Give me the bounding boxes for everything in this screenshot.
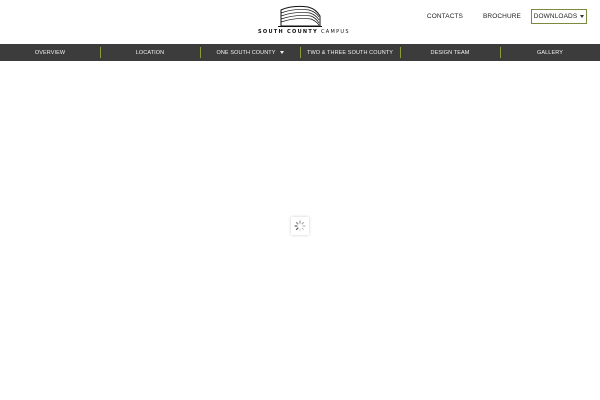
main-nav: OVERVIEW LOCATION ONE SOUTH COUNTY TWO &… xyxy=(0,44,600,61)
top-links: CONTACTS BROCHURE DOWNLOADS xyxy=(427,9,587,24)
site-logo[interactable]: SOUTH COUNTY CAMPUS xyxy=(258,4,349,40)
nav-item-design-team[interactable]: DESIGN TEAM xyxy=(400,44,500,61)
nav-item-two-three-south-county[interactable]: TWO & THREE SOUTH COUNTY xyxy=(300,44,400,61)
logo-wordmark: SOUTH COUNTY CAMPUS xyxy=(258,29,349,35)
caret-down-icon xyxy=(580,15,585,18)
contacts-link[interactable]: CONTACTS xyxy=(427,13,463,20)
nav-item-one-south-county[interactable]: ONE SOUTH COUNTY xyxy=(200,44,300,61)
caret-down-icon xyxy=(279,51,284,54)
loading-indicator xyxy=(291,217,309,235)
nav-item-label: DESIGN TEAM xyxy=(430,49,470,56)
spinner-icon xyxy=(294,220,306,232)
nav-item-label: OVERVIEW xyxy=(34,49,66,56)
nav-item-location[interactable]: LOCATION xyxy=(100,44,200,61)
nav-item-overview[interactable]: OVERVIEW xyxy=(0,44,100,61)
nav-item-label: ONE SOUTH COUNTY xyxy=(216,49,276,56)
downloads-label: DOWNLOADS xyxy=(533,13,578,20)
nav-item-label: GALLERY xyxy=(537,49,563,56)
nav-item-gallery[interactable]: GALLERY xyxy=(500,44,600,61)
logo-text-bold: SOUTH COUNTY xyxy=(258,29,319,35)
brochure-link[interactable]: BROCHURE xyxy=(483,13,521,20)
building-logo-icon xyxy=(278,5,322,27)
site-header: SOUTH COUNTY CAMPUS CONTACTS BROCHURE DO… xyxy=(0,0,600,44)
logo-text-light: CAMPUS xyxy=(320,29,350,35)
nav-item-label: TWO & THREE SOUTH COUNTY xyxy=(306,49,394,56)
downloads-dropdown-button[interactable]: DOWNLOADS xyxy=(531,9,587,24)
nav-item-label: LOCATION xyxy=(135,49,165,56)
